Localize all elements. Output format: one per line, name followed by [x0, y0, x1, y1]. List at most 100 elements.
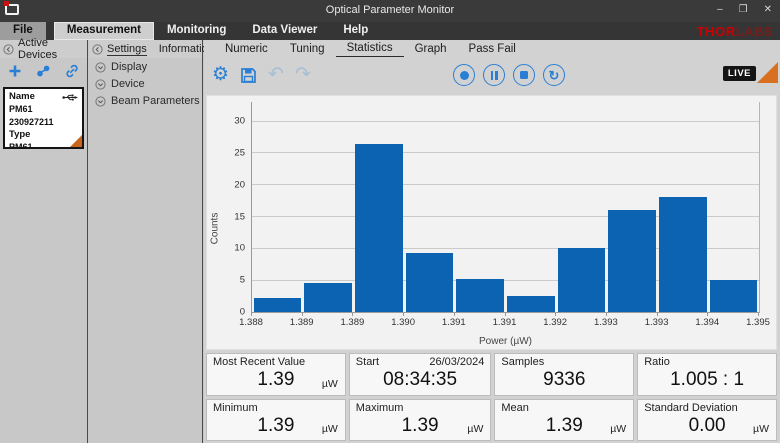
- stat-minimum: Minimum 1.39 µW: [206, 399, 346, 442]
- y-tick-label: 0: [211, 307, 245, 318]
- menu-data-viewer[interactable]: Data Viewer: [239, 22, 330, 40]
- stat-samples: Samples 9336: [494, 353, 634, 396]
- collapse-left-icon[interactable]: [92, 44, 103, 55]
- histogram-bar: [456, 279, 504, 312]
- tab-numeric[interactable]: Numeric: [214, 43, 279, 57]
- title-bar: Optical Parameter Monitor – ❐ ✕: [0, 0, 780, 22]
- settings-panel: Settings Information Display Device Beam…: [89, 40, 203, 443]
- thorlabs-logo: THORLABS: [697, 24, 773, 39]
- device-name-label: Name: [9, 91, 35, 103]
- statistics-grid: Most Recent Value 1.39 µW Start26/03/202…: [206, 353, 777, 441]
- link-device-icon[interactable]: [65, 64, 79, 78]
- x-tick-mark: [505, 312, 506, 316]
- device-selected-corner: [68, 133, 84, 149]
- x-tick-mark: [352, 312, 353, 316]
- close-button[interactable]: ✕: [764, 3, 772, 17]
- add-device-icon[interactable]: [8, 64, 22, 78]
- device-card-pm61[interactable]: Name PM61 230927211 Type PM61: [3, 87, 84, 149]
- settings-gear-icon[interactable]: ⚙: [212, 62, 229, 88]
- redo-icon[interactable]: ↷: [295, 62, 311, 88]
- settings-item-beam-parameters[interactable]: Beam Parameters: [89, 92, 202, 109]
- x-axis-title: Power (µW): [251, 336, 760, 347]
- stat-ratio: Ratio 1.005 : 1: [637, 353, 777, 396]
- y-tick-label: 10: [211, 243, 245, 254]
- stat-mean: Mean 1.39 µW: [494, 399, 634, 442]
- settings-item-label: Display: [111, 61, 147, 73]
- start-date: 26/03/2024: [429, 356, 484, 368]
- minimize-button[interactable]: –: [717, 3, 723, 17]
- active-devices-title: Active Devices: [18, 37, 84, 61]
- histogram-bar: [254, 298, 302, 312]
- gridline: [252, 121, 759, 122]
- x-tick-label: 1.392: [543, 317, 567, 328]
- gridline: [252, 184, 759, 185]
- pair-devices-icon[interactable]: [36, 64, 51, 78]
- menu-help[interactable]: Help: [330, 22, 381, 40]
- chevron-down-icon: [95, 62, 106, 73]
- main-panel: Numeric Tuning Statistics Graph Pass Fai…: [204, 40, 780, 443]
- settings-item-display[interactable]: Display: [89, 58, 202, 75]
- x-tick-label: 1.389: [341, 317, 365, 328]
- save-icon[interactable]: [240, 67, 257, 84]
- histogram-bar: [507, 296, 555, 312]
- stat-standard-deviation: Standard Deviation 0.00 µW: [637, 399, 777, 442]
- x-tick-mark: [657, 312, 658, 316]
- acquisition-controls: ↻: [453, 64, 565, 86]
- settings-item-label: Beam Parameters: [111, 95, 200, 107]
- stat-maximum: Maximum 1.39 µW: [349, 399, 492, 442]
- tab-graph[interactable]: Graph: [404, 43, 458, 57]
- active-devices-panel: Active Devices Name PM61 230927211 Type …: [0, 40, 88, 443]
- histogram-bar: [304, 283, 352, 312]
- y-tick-label: 5: [211, 275, 245, 286]
- y-tick-label: 15: [211, 211, 245, 222]
- x-tick-label: 1.388: [239, 317, 263, 328]
- x-tick-label: 1.390: [391, 317, 415, 328]
- x-tick-label: 1.391: [442, 317, 466, 328]
- record-button[interactable]: [453, 64, 475, 86]
- y-tick-label: 30: [211, 116, 245, 127]
- chevron-down-icon: [95, 79, 106, 90]
- x-tick-label: 1.389: [290, 317, 314, 328]
- x-tick-label: 1.393: [645, 317, 669, 328]
- collapse-left-icon[interactable]: [3, 44, 14, 55]
- stat-most-recent-value: Most Recent Value 1.39 µW: [206, 353, 346, 396]
- chevron-down-icon: [95, 96, 106, 107]
- x-tick-mark: [251, 312, 252, 316]
- corner-flag-icon: [757, 62, 778, 83]
- x-tick-label: 1.391: [493, 317, 517, 328]
- menu-bar: File Measurement Monitoring Data Viewer …: [0, 22, 780, 40]
- histogram-bar: [558, 248, 606, 312]
- settings-item-label: Device: [111, 78, 145, 90]
- live-status-badge: LIVE: [723, 66, 756, 81]
- x-tick-mark: [606, 312, 607, 316]
- menu-monitoring[interactable]: Monitoring: [154, 22, 239, 40]
- histogram-bar: [608, 210, 656, 312]
- x-tick-mark: [758, 312, 759, 316]
- x-tick-label: 1.395: [746, 317, 770, 328]
- undo-icon[interactable]: ↶: [268, 62, 284, 88]
- tab-pass-fail[interactable]: Pass Fail: [458, 43, 527, 57]
- device-name-value: PM61 230927211: [9, 103, 78, 129]
- x-tick-mark: [454, 312, 455, 316]
- histogram-chart: Counts Power (µW) 0510152025301.3881.389…: [206, 95, 777, 350]
- histogram-bar: [710, 280, 758, 312]
- tab-statistics[interactable]: Statistics: [336, 42, 404, 57]
- restore-button[interactable]: ❐: [739, 3, 748, 17]
- histogram-bar: [659, 197, 707, 312]
- settings-item-device[interactable]: Device: [89, 75, 202, 92]
- stop-button[interactable]: [513, 64, 535, 86]
- histogram-bar: [406, 253, 454, 312]
- x-tick-mark: [403, 312, 404, 316]
- x-tick-mark: [555, 312, 556, 316]
- stat-start: Start26/03/2024 08:34:35: [349, 353, 492, 396]
- refresh-button[interactable]: ↻: [543, 64, 565, 86]
- usb-icon: [62, 93, 78, 102]
- view-tabs: Numeric Tuning Statistics Graph Pass Fai…: [204, 40, 780, 57]
- x-tick-label: 1.394: [695, 317, 719, 328]
- pause-button[interactable]: [483, 64, 505, 86]
- gridline: [252, 152, 759, 153]
- y-tick-label: 25: [211, 147, 245, 158]
- tab-tuning[interactable]: Tuning: [279, 43, 336, 57]
- y-tick-label: 20: [211, 179, 245, 190]
- tab-settings[interactable]: Settings: [107, 43, 147, 56]
